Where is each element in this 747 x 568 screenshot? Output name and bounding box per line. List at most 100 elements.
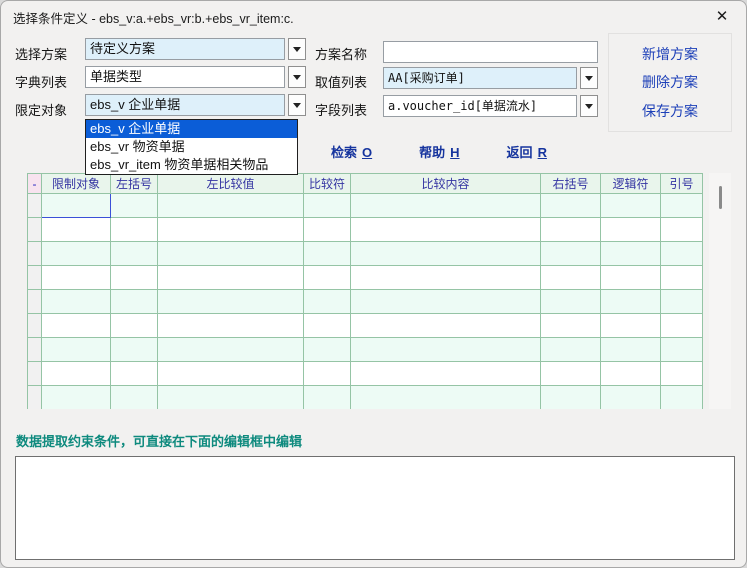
table-cell[interactable] [111,218,158,242]
table-cell[interactable] [351,194,541,218]
table-cell[interactable] [601,386,661,410]
command-link[interactable]: 检索O [331,142,372,161]
table-cell[interactable] [541,218,601,242]
table-cell[interactable] [304,218,351,242]
table-cell[interactable] [158,290,304,314]
table-cell[interactable] [541,338,601,362]
table-cell[interactable] [304,194,351,218]
command-link[interactable]: 帮助H [419,142,459,161]
table-cell[interactable] [158,242,304,266]
value-list-value[interactable]: AA[采购订单] [383,67,577,89]
limit-object-combobox[interactable]: ebs_v 企业单据 [85,94,306,116]
table-cell[interactable] [42,194,111,218]
row-header-cell[interactable] [28,290,42,314]
new-plan-button[interactable]: 新增方案 [642,44,698,64]
table-cell[interactable] [42,362,111,386]
table-cell[interactable] [111,290,158,314]
chevron-down-icon[interactable] [288,38,306,60]
table-cell[interactable] [661,290,703,314]
dict-list-value[interactable]: 单据类型 [85,66,285,88]
table-cell[interactable] [42,386,111,410]
table-cell[interactable] [351,338,541,362]
field-list-value[interactable]: a.voucher_id[单据流水] [383,95,577,117]
table-cell[interactable] [351,362,541,386]
row-header-cell[interactable] [28,314,42,338]
row-header-cell[interactable] [28,242,42,266]
table-cell[interactable] [661,242,703,266]
table-cell[interactable] [541,386,601,410]
table-cell[interactable] [541,242,601,266]
table-cell[interactable] [304,338,351,362]
table-cell[interactable] [601,242,661,266]
field-list-combobox[interactable]: a.voucher_id[单据流水] [383,95,598,117]
table-cell[interactable] [42,266,111,290]
table-cell[interactable] [111,386,158,410]
table-cell[interactable] [158,338,304,362]
table-cell[interactable] [661,218,703,242]
row-header-cell[interactable] [28,194,42,218]
table-cell[interactable] [661,314,703,338]
vertical-scrollbar[interactable] [709,173,731,409]
table-cell[interactable] [351,218,541,242]
table-cell[interactable] [42,338,111,362]
table-cell[interactable] [661,194,703,218]
table-cell[interactable] [304,314,351,338]
chevron-down-icon[interactable] [288,66,306,88]
chevron-down-icon[interactable] [580,67,598,89]
table-cell[interactable] [601,266,661,290]
table-cell[interactable] [158,194,304,218]
table-cell[interactable] [601,194,661,218]
table-cell[interactable] [541,290,601,314]
table-cell[interactable] [304,242,351,266]
dropdown-item[interactable]: ebs_vr 物资单据 [86,138,297,156]
delete-plan-button[interactable]: 删除方案 [642,72,698,92]
table-cell[interactable] [304,266,351,290]
table-cell[interactable] [42,290,111,314]
close-icon[interactable]: ✕ [708,4,736,28]
select-plan-value[interactable]: 待定义方案 [85,38,285,60]
table-cell[interactable] [601,338,661,362]
table-cell[interactable] [661,386,703,410]
value-list-combobox[interactable]: AA[采购订单] [383,67,598,89]
table-cell[interactable] [111,314,158,338]
row-header-cell[interactable] [28,386,42,410]
table-cell[interactable] [42,218,111,242]
table-cell[interactable] [541,266,601,290]
select-plan-combobox[interactable]: 待定义方案 [85,38,306,60]
limit-object-value[interactable]: ebs_v 企业单据 [85,94,285,116]
table-cell[interactable] [304,362,351,386]
table-cell[interactable] [111,266,158,290]
table-cell[interactable] [158,386,304,410]
table-cell[interactable] [351,386,541,410]
table-cell[interactable] [111,242,158,266]
dropdown-item[interactable]: ebs_v 企业单据 [86,120,297,138]
table-cell[interactable] [111,362,158,386]
table-cell[interactable] [158,266,304,290]
command-link[interactable]: 返回R [507,142,547,161]
row-header-cell[interactable] [28,362,42,386]
table-cell[interactable] [661,266,703,290]
table-cell[interactable] [541,314,601,338]
table-cell[interactable] [111,338,158,362]
table-cell[interactable] [601,290,661,314]
table-cell[interactable] [351,314,541,338]
table-cell[interactable] [541,194,601,218]
table-cell[interactable] [351,290,541,314]
constraint-editor[interactable] [15,456,735,560]
table-cell[interactable] [601,314,661,338]
save-plan-button[interactable]: 保存方案 [642,101,698,121]
table-cell[interactable] [304,386,351,410]
table-cell[interactable] [111,194,158,218]
table-cell[interactable] [158,362,304,386]
plan-name-input[interactable] [383,41,598,63]
row-header-cell[interactable] [28,218,42,242]
table-cell[interactable] [661,338,703,362]
table-cell[interactable] [601,362,661,386]
dropdown-item[interactable]: ebs_vr_item 物资单据相关物品 [86,156,297,174]
table-cell[interactable] [351,242,541,266]
table-cell[interactable] [661,362,703,386]
dict-list-combobox[interactable]: 单据类型 [85,66,306,88]
chevron-down-icon[interactable] [288,94,306,116]
table-cell[interactable] [42,242,111,266]
table-cell[interactable] [601,218,661,242]
